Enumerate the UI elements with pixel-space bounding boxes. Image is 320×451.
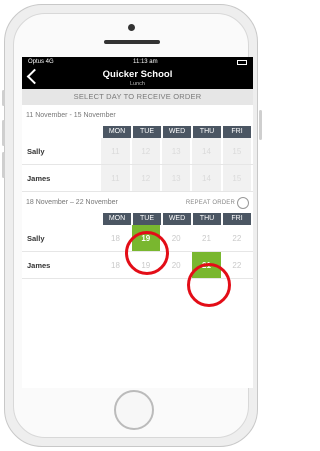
- speaker-grille: [104, 40, 160, 44]
- page-subtitle: Lunch: [130, 81, 145, 87]
- status-bar: Optus 4G 11:13 am: [22, 57, 253, 67]
- day-thu: THU: [193, 126, 221, 138]
- refresh-icon: [237, 196, 249, 209]
- day-wed: WED: [163, 126, 191, 138]
- day-mon: MON: [103, 126, 131, 138]
- mute-switch: [2, 90, 5, 106]
- camera-icon: [128, 24, 135, 31]
- date-cell: 11: [101, 165, 130, 191]
- child-name: James: [27, 260, 51, 270]
- date-cell[interactable]: 22: [223, 225, 251, 251]
- repeat-order-button[interactable]: REPEAT ORDER: [185, 196, 249, 209]
- day-thu: THU: [193, 213, 221, 225]
- home-button[interactable]: [114, 390, 154, 430]
- date-cell: 13: [161, 138, 191, 164]
- date-cell: 13: [161, 165, 191, 191]
- child-name: Sally: [27, 233, 45, 243]
- day-mon: MON: [103, 213, 131, 225]
- battery-icon: [236, 59, 247, 65]
- volume-up-button: [2, 120, 5, 146]
- app-screen: Optus 4G 11:13 am Quicker School Lunch S…: [22, 57, 253, 388]
- date-cell: 15: [222, 138, 251, 164]
- date-cell[interactable]: 21: [192, 225, 220, 251]
- week-range: 11 November - 15 November: [26, 112, 116, 119]
- week-header: 18 November – 22 November REPEAT ORDER: [22, 192, 253, 213]
- week-range: 18 November – 22 November: [26, 199, 118, 206]
- date-cell: 15: [222, 165, 251, 191]
- page-title: Quicker School: [102, 69, 173, 80]
- instruction-banner: SELECT DAY TO RECEIVE ORDER: [22, 89, 253, 105]
- day-tue: TUE: [133, 213, 161, 225]
- child-name: Sally: [27, 146, 45, 156]
- date-cell: 14: [192, 138, 221, 164]
- day-header-row: MON TUE WED THU FRI: [103, 213, 253, 225]
- highlight-circle-tue: [125, 231, 169, 275]
- highlight-circle-thu: [187, 263, 231, 307]
- carrier-label: Optus 4G: [28, 59, 54, 65]
- repeat-order-label: REPEAT ORDER: [185, 199, 235, 206]
- time-label: 11:13 am: [133, 59, 158, 65]
- power-button: [259, 110, 262, 140]
- date-cell: 14: [192, 165, 221, 191]
- day-fri: FRI: [223, 126, 251, 138]
- child-row-james: James 11 12 13 14 15: [22, 165, 253, 192]
- child-name: James: [27, 173, 51, 183]
- date-cell: 11: [101, 138, 130, 164]
- day-tue: TUE: [133, 126, 161, 138]
- child-row-sally: Sally 11 12 13 14 15: [22, 138, 253, 165]
- nav-bar: Quicker School Lunch: [22, 67, 253, 89]
- date-cell: 12: [131, 138, 160, 164]
- day-fri: FRI: [223, 213, 251, 225]
- volume-down-button: [2, 152, 5, 178]
- week-header: 11 November - 15 November: [22, 105, 253, 126]
- date-cell: 12: [131, 165, 160, 191]
- day-wed: WED: [163, 213, 191, 225]
- day-header-row: MON TUE WED THU FRI: [103, 126, 253, 138]
- week-section-1: 11 November - 15 November MON TUE WED TH…: [22, 105, 253, 192]
